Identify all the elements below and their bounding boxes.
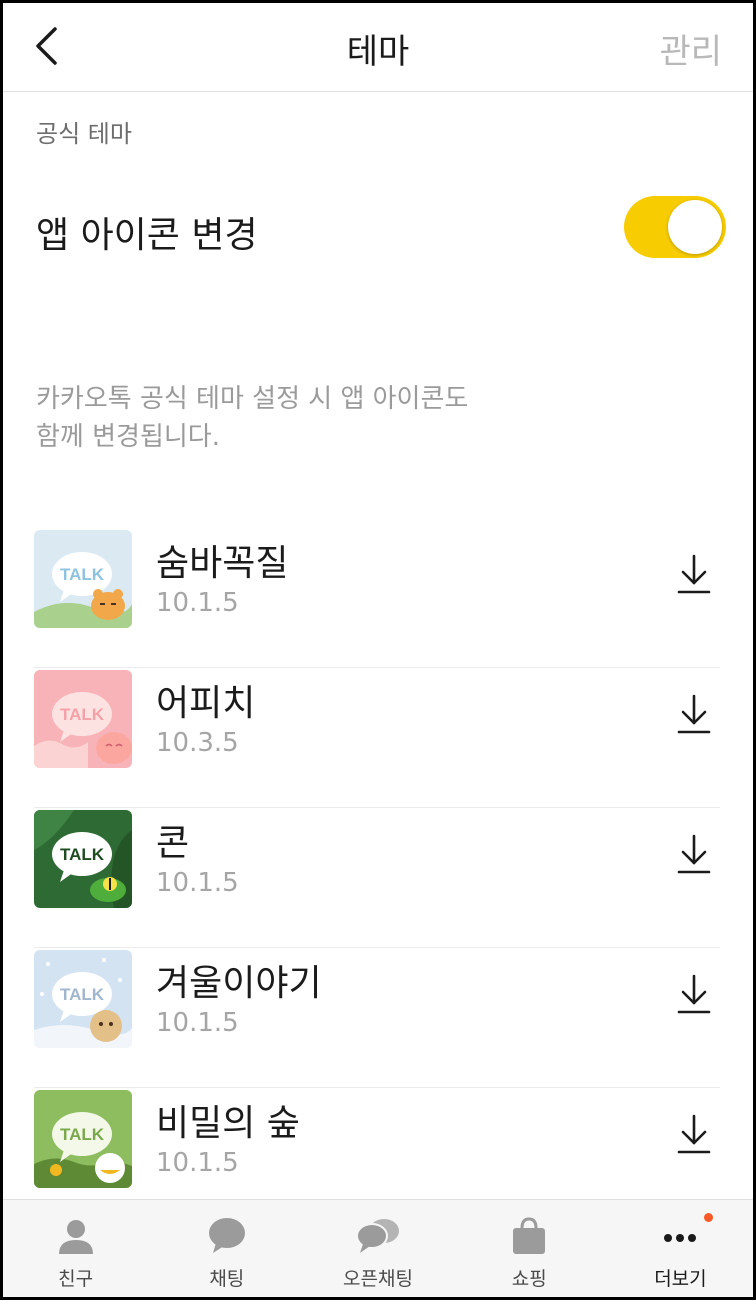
notification-badge [704,1213,714,1222]
nav-label: 더보기 [654,1268,707,1290]
nav-label: 오픈채팅 [343,1268,413,1290]
toggle-knob [668,200,722,254]
theme-thumbnail: TALK [34,670,132,768]
open-chat-icon [356,1219,399,1253]
download-icon[interactable] [674,692,714,736]
thumb-talk-text: TALK [60,565,105,584]
theme-thumbnail: TALK [34,950,132,1048]
download-icon[interactable] [674,1112,714,1156]
person-icon [58,1220,93,1254]
theme-name: 콘 [156,823,190,864]
nav-tab-shopping[interactable]: 쇼핑 [454,1200,605,1300]
nav-tab-friends[interactable]: 친구 [0,1200,151,1300]
download-icon[interactable] [674,972,714,1016]
manage-button[interactable]: 관리 [659,24,722,73]
nav-label: 친구 [58,1268,94,1290]
app-icon-change-toggle[interactable] [624,196,726,258]
theme-item-apeach[interactable]: TALK 어피치 10.3.5 [34,668,720,808]
theme-name: 어피치 [156,683,256,724]
thumb-talk-text: TALK [60,985,105,1004]
top-app-bar: 테마 관리 [0,0,756,92]
theme-list: TALK 숨바꼭질 10.1.5 TALK 어피치 10.3.5 TALK 콘 … [34,528,720,1228]
app-icon-description: 카카오톡 공식 테마 설정 시 앱 아이콘도 함께 변경됩니다. [36,384,469,452]
theme-version: 10.1.5 [156,1148,239,1178]
download-icon[interactable] [674,552,714,596]
section-label-official-themes: 공식 테마 [36,120,132,148]
shopping-bag-icon [513,1217,546,1254]
download-icon[interactable] [674,832,714,876]
nav-tab-more[interactable]: 더보기 [605,1200,756,1300]
theme-item-winter-story[interactable]: TALK 겨울이야기 10.1.5 [34,948,720,1088]
app-icon-change-label: 앱 아이콘 변경 [36,215,258,256]
thumb-talk-text: TALK [60,705,105,724]
chat-bubble-icon [208,1218,245,1253]
more-dots-icon [664,1234,697,1242]
page-title: 테마 [346,32,410,72]
nav-label: 쇼핑 [511,1268,547,1290]
theme-thumbnail: TALK [34,530,132,628]
app-icon-change-row: 앱 아이콘 변경 [36,196,726,260]
bottom-navigation: 친구 채팅 오픈채팅 쇼핑 더보기 [0,1199,756,1300]
theme-name: 숨바꼭질 [156,543,289,584]
thumb-talk-text: TALK [60,845,105,864]
theme-item-hide-and-seek[interactable]: TALK 숨바꼭질 10.1.5 [34,528,720,668]
thumb-talk-text: TALK [60,1125,105,1144]
theme-thumbnail: TALK [34,810,132,908]
theme-version: 10.1.5 [156,868,239,898]
theme-name: 비밀의 숲 [156,1103,300,1144]
nav-tab-chats[interactable]: 채팅 [151,1200,302,1300]
theme-version: 10.1.5 [156,1008,239,1038]
nav-tab-open-chat[interactable]: 오픈채팅 [302,1200,453,1300]
theme-version: 10.1.5 [156,588,239,618]
theme-thumbnail: TALK [34,1090,132,1188]
theme-version: 10.3.5 [156,728,239,758]
theme-item-con[interactable]: TALK 콘 10.1.5 [34,808,720,948]
theme-name: 겨울이야기 [156,963,322,1004]
nav-label: 채팅 [209,1268,245,1290]
